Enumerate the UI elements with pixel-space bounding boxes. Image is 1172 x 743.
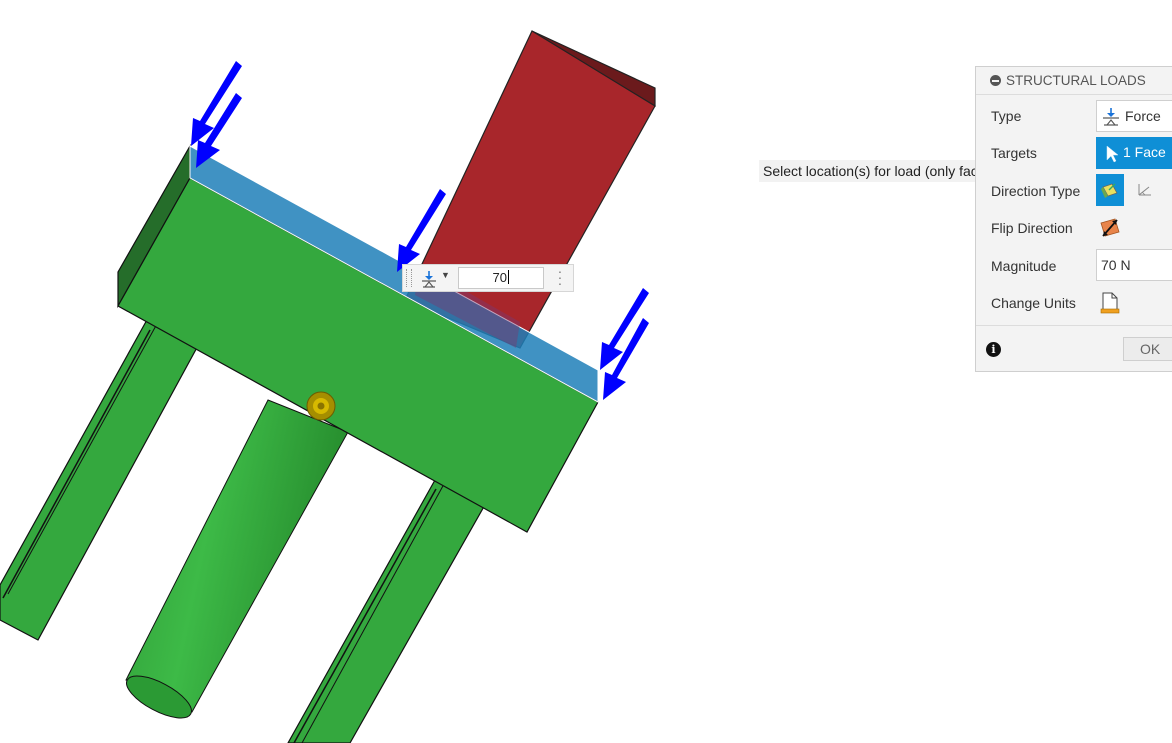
selection-tooltip: Select location(s) for load (only faces)… xyxy=(759,160,1006,182)
panel-footer: i OK xyxy=(976,325,1172,374)
type-dropdown[interactable]: Force xyxy=(1096,100,1172,132)
yellow-pin[interactable] xyxy=(306,391,336,421)
force-load-icon[interactable] xyxy=(419,269,439,289)
cursor-arrow-icon xyxy=(1106,145,1119,163)
document-units-icon xyxy=(1100,292,1120,314)
ok-button[interactable]: OK xyxy=(1123,337,1172,361)
collapse-icon[interactable] xyxy=(990,75,1001,86)
magnitude-input[interactable]: 70 N xyxy=(1096,249,1172,281)
structural-loads-panel: STRUCTURAL LOADS Type Force Targets 1 Fa… xyxy=(975,66,1172,372)
force-arrow-left xyxy=(191,61,242,168)
direction-type-label: Direction Type xyxy=(991,183,1081,199)
type-row: Type Force xyxy=(976,99,1172,133)
force-arrow-right xyxy=(600,288,649,400)
flip-direction-icon xyxy=(1100,218,1120,237)
targets-row: Targets 1 Face xyxy=(976,136,1172,170)
change-units-button[interactable] xyxy=(1096,286,1124,318)
magnitude-inline-input[interactable]: 70 xyxy=(458,267,544,289)
normal-direction-icon xyxy=(1101,183,1118,198)
magnitude-inline-value: 70 xyxy=(492,270,507,285)
type-value: Force xyxy=(1125,108,1161,124)
normal-direction-button[interactable] xyxy=(1096,174,1124,206)
left-leg[interactable] xyxy=(0,317,201,641)
targets-selection-button[interactable]: 1 Face xyxy=(1096,137,1172,169)
targets-value: 1 Face xyxy=(1123,144,1166,160)
more-options-icon[interactable]: · · · xyxy=(555,264,565,290)
magnitude-row: Magnitude 70 N xyxy=(976,249,1172,283)
direction-type-row: Direction Type xyxy=(976,174,1172,208)
change-units-label: Change Units xyxy=(991,295,1076,311)
magnitude-label: Magnitude xyxy=(991,258,1057,274)
load-type-dropdown-caret-icon[interactable]: ▼ xyxy=(441,270,450,280)
right-leg[interactable] xyxy=(287,479,487,743)
info-icon[interactable]: i xyxy=(986,342,1001,357)
drag-grip-icon[interactable] xyxy=(406,269,412,287)
vector-direction-button[interactable] xyxy=(1132,174,1160,206)
flip-direction-label: Flip Direction xyxy=(991,220,1073,236)
magnitude-mini-toolbar: ▼ 70 · · · xyxy=(402,264,574,292)
panel-header[interactable]: STRUCTURAL LOADS xyxy=(976,67,1172,95)
panel-title: STRUCTURAL LOADS xyxy=(1006,73,1146,88)
center-cylinder[interactable] xyxy=(121,399,349,726)
flip-direction-row: Flip Direction xyxy=(976,211,1172,245)
vector-direction-icon xyxy=(1138,184,1151,196)
targets-label: Targets xyxy=(991,145,1037,161)
type-label: Type xyxy=(991,108,1022,124)
change-units-row: Change Units xyxy=(976,286,1172,320)
flip-direction-button[interactable] xyxy=(1096,211,1124,243)
force-type-icon xyxy=(1103,108,1119,126)
